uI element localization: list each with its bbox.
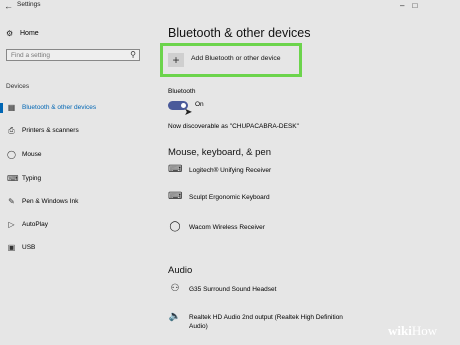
mouse-cursor-icon: ➤ bbox=[184, 107, 193, 118]
device-item[interactable]: ◯ Wacom Wireless Receiver bbox=[168, 220, 448, 234]
sidebar-item-usb[interactable]: ▣ USB bbox=[0, 241, 150, 255]
search-input[interactable]: Find a setting ⚲ bbox=[6, 49, 140, 61]
sidebar-item-label: Mouse bbox=[22, 151, 42, 158]
home-label: Home bbox=[20, 30, 39, 37]
sidebar-item-label: Printers & scanners bbox=[22, 127, 79, 134]
sidebar-item-typing[interactable]: ⌨ Typing bbox=[0, 172, 150, 186]
gear-icon: ⚙ bbox=[6, 29, 14, 38]
sidebar-home[interactable]: ⚙ Home bbox=[6, 29, 39, 38]
add-device-button[interactable]: + Add Bluetooth or other device bbox=[160, 43, 302, 77]
device-item[interactable]: ⌨ Logitech® Unifying Receiver bbox=[168, 163, 448, 177]
sidebar-item-autoplay[interactable]: ▷ AutoPlay bbox=[0, 218, 150, 232]
usb-icon: ▣ bbox=[7, 243, 16, 252]
bluetooth-toggle-state: On bbox=[195, 101, 204, 108]
keyboard-icon: ⌨ bbox=[7, 174, 19, 183]
sidebar-item-bluetooth[interactable]: ▦ Bluetooth & other devices bbox=[0, 101, 150, 115]
sidebar-item-mouse[interactable]: ◯ Mouse bbox=[0, 148, 150, 162]
printer-icon: ⎙ bbox=[8, 126, 15, 135]
autoplay-icon: ▷ bbox=[8, 220, 15, 229]
back-arrow-icon[interactable]: ← bbox=[4, 1, 13, 11]
sidebar-item-label: Pen & Windows Ink bbox=[22, 198, 79, 205]
sidebar-item-pen[interactable]: ✎ Pen & Windows Ink bbox=[0, 195, 150, 209]
active-indicator bbox=[0, 103, 3, 113]
device-name: Wacom Wireless Receiver bbox=[189, 224, 265, 231]
add-device-label: Add Bluetooth or other device bbox=[191, 55, 281, 62]
keyboard-icon: ⌨ bbox=[168, 191, 183, 202]
bluetooth-icon: ▦ bbox=[7, 103, 16, 112]
window-controls: –□ bbox=[400, 1, 425, 10]
sidebar-item-label: USB bbox=[22, 244, 36, 251]
device-item[interactable]: ⌨ Sculpt Ergonomic Keyboard bbox=[168, 190, 448, 204]
device-item[interactable]: ⚇ G35 Surround Sound Headset bbox=[168, 282, 448, 296]
device-name-line2: Audio) bbox=[189, 323, 208, 330]
search-icon[interactable]: ⚲ bbox=[130, 50, 136, 59]
minimize-icon[interactable]: – bbox=[400, 1, 412, 10]
bluetooth-label: Bluetooth bbox=[168, 88, 196, 95]
section-title-audio: Audio bbox=[168, 265, 193, 276]
sidebar-item-printers[interactable]: ⎙ Printers & scanners bbox=[0, 124, 150, 138]
sidebar-item-label: Bluetooth & other devices bbox=[22, 104, 97, 111]
speaker-icon: 🔈 bbox=[168, 311, 182, 322]
mouse-icon: ◯ bbox=[169, 221, 181, 232]
title-bar: ← Settings –□ bbox=[0, 0, 460, 13]
keyboard-icon: ⌨ bbox=[168, 164, 183, 175]
sidebar-item-label: AutoPlay bbox=[22, 221, 49, 228]
search-placeholder: Find a setting bbox=[11, 52, 51, 59]
maximize-icon[interactable]: □ bbox=[412, 1, 425, 10]
mouse-icon: ◯ bbox=[7, 150, 16, 159]
wikihow-watermark: wikiHow bbox=[388, 323, 438, 338]
page-title: Bluetooth & other devices bbox=[168, 26, 311, 40]
sidebar-section-label: Devices bbox=[6, 83, 30, 90]
discoverable-text: Now discoverable as "CHUPACABRA-DESK" bbox=[168, 123, 299, 130]
device-name: Sculpt Ergonomic Keyboard bbox=[189, 194, 270, 201]
device-name: Realtek HD Audio 2nd output (Realtek Hig… bbox=[189, 313, 343, 331]
device-name: Logitech® Unifying Receiver bbox=[189, 167, 272, 174]
window-title: Settings bbox=[17, 1, 41, 8]
sidebar-item-label: Typing bbox=[22, 175, 42, 182]
plus-icon: + bbox=[168, 53, 184, 67]
pen-icon: ✎ bbox=[8, 197, 15, 206]
headset-icon: ⚇ bbox=[170, 283, 180, 294]
device-name: G35 Surround Sound Headset bbox=[189, 286, 277, 293]
section-title-input-devices: Mouse, keyboard, & pen bbox=[168, 147, 271, 158]
device-name-line1: Realtek HD Audio 2nd output (Realtek Hig… bbox=[189, 314, 343, 321]
